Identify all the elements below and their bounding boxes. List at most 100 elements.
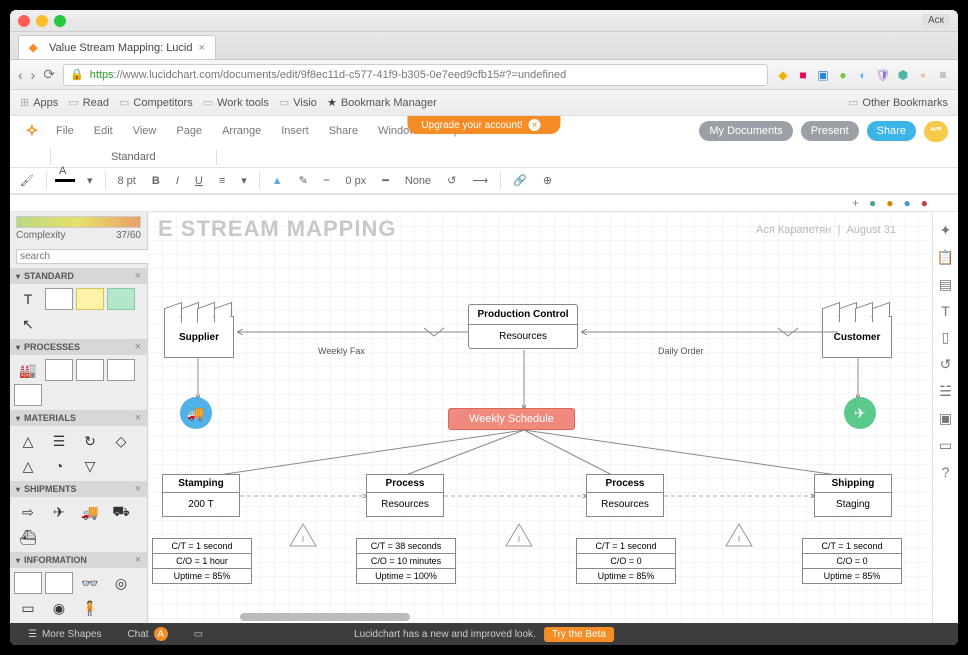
- more-shapes-button[interactable]: ☰ More Shapes: [20, 629, 109, 640]
- fill-color-icon[interactable]: ▲: [268, 175, 287, 187]
- plane-icon[interactable]: ✈: [844, 397, 876, 429]
- info-shape-icon[interactable]: ◎: [107, 572, 135, 594]
- text-tool-icon[interactable]: T: [941, 303, 950, 319]
- close-tab-icon[interactable]: ×: [199, 42, 205, 54]
- info-shape-icon[interactable]: 🧍: [76, 597, 104, 619]
- mat-shape-icon[interactable]: △: [14, 430, 42, 452]
- stamping-process[interactable]: Stamping 200 T: [162, 474, 240, 517]
- inventory-triangle-icon[interactable]: I: [724, 522, 754, 548]
- font-color-icon[interactable]: [55, 179, 75, 182]
- my-documents-button[interactable]: My Documents: [699, 121, 792, 141]
- extension-icon[interactable]: 🛡: [876, 68, 890, 82]
- supplier-node[interactable]: Supplier: [164, 302, 234, 358]
- bold-icon[interactable]: B: [148, 175, 164, 187]
- category-materials[interactable]: ▾MATERIALS×: [10, 410, 147, 426]
- process2-data[interactable]: C/T = 1 second C/O = 0 Uptime = 85%: [576, 538, 676, 584]
- stamping-data[interactable]: C/T = 1 second C/O = 1 hour Uptime = 85%: [152, 538, 252, 584]
- proc-shape-icon[interactable]: [14, 384, 42, 406]
- comments-button[interactable]: ❝❞: [924, 121, 948, 142]
- maximize-window-icon[interactable]: [54, 15, 66, 27]
- close-banner-icon[interactable]: ×: [529, 119, 541, 131]
- presentation-icon[interactable]: ▭: [939, 437, 952, 454]
- menu-share[interactable]: Share: [321, 121, 366, 141]
- mat-shape-icon[interactable]: ☰: [45, 430, 73, 452]
- upgrade-banner[interactable]: Upgrade your account! ×: [407, 116, 560, 134]
- font-dropdown-icon[interactable]: ▾: [83, 174, 97, 187]
- extension-icon[interactable]: ▫: [916, 68, 930, 82]
- line-width[interactable]: 0 px: [341, 175, 370, 187]
- masterpage-icon[interactable]: ▣: [939, 410, 952, 427]
- menu-insert[interactable]: Insert: [273, 121, 317, 141]
- mat-shape-icon[interactable]: ↻: [76, 430, 104, 452]
- bookmark-item[interactable]: ★Bookmark Manager: [327, 96, 437, 109]
- arrow-start[interactable]: None: [401, 175, 435, 187]
- category-standard[interactable]: ▾STANDARD×: [10, 268, 147, 284]
- proc-shape-icon[interactable]: [45, 359, 73, 381]
- line-dash-icon[interactable]: ━: [378, 174, 393, 187]
- mat-shape-icon[interactable]: ◇: [107, 430, 135, 452]
- sparkle-icon[interactable]: ✦: [940, 222, 952, 239]
- share-button[interactable]: Share: [867, 121, 916, 141]
- address-input[interactable]: 🔒 https://www.lucidchart.com/documents/e…: [63, 64, 768, 86]
- proc-shape-icon[interactable]: [107, 359, 135, 381]
- minimize-chat-icon[interactable]: ▭: [186, 629, 211, 640]
- add-icon[interactable]: ⊕: [539, 174, 556, 187]
- calendar-icon[interactable]: ▤: [939, 276, 952, 293]
- paste-format-icon[interactable]: 🖌: [16, 174, 38, 187]
- process-1[interactable]: Process Resources: [366, 474, 444, 517]
- category-shipments[interactable]: ▾SHIPMENTS×: [10, 481, 147, 497]
- menu-page[interactable]: Page: [168, 121, 210, 141]
- extension-icon[interactable]: ▣: [816, 68, 830, 82]
- shipping-data[interactable]: C/T = 1 second C/O = 0 Uptime = 85%: [802, 538, 902, 584]
- help-icon[interactable]: ?: [942, 464, 950, 480]
- back-icon[interactable]: ‹: [18, 67, 23, 83]
- category-processes[interactable]: ▾PROCESSES×: [10, 339, 147, 355]
- mat-shape-icon[interactable]: ◔: [45, 455, 73, 477]
- info-shape-icon[interactable]: [14, 572, 42, 594]
- extension-icon[interactable]: ◆: [776, 68, 790, 82]
- ship-shape-icon[interactable]: ✈: [45, 501, 73, 523]
- info-shape-icon[interactable]: 👓: [76, 572, 104, 594]
- text-shape-icon[interactable]: T: [14, 288, 42, 310]
- other-bookmarks[interactable]: ▭Other Bookmarks: [848, 96, 948, 109]
- panel-dot-icon[interactable]: ●: [869, 196, 876, 210]
- shipping-process[interactable]: Shipping Staging: [814, 474, 892, 517]
- shape-search-input[interactable]: [16, 249, 156, 264]
- info-shape-icon[interactable]: [45, 572, 73, 594]
- chat-button[interactable]: Chat А: [119, 627, 175, 641]
- mat-shape-icon[interactable]: △: [14, 455, 42, 477]
- info-shape-icon[interactable]: ◉: [45, 597, 73, 619]
- production-control-node[interactable]: Production Control Resources: [468, 304, 578, 349]
- inventory-triangle-icon[interactable]: I: [504, 522, 534, 548]
- process-2[interactable]: Process Resources: [586, 474, 664, 517]
- extension-icon[interactable]: ■: [796, 68, 810, 82]
- ship-shape-icon[interactable]: ⇨: [14, 501, 42, 523]
- process1-data[interactable]: C/T = 38 seconds C/O = 10 minutes Uptime…: [356, 538, 456, 584]
- category-information[interactable]: ▾INFORMATION×: [10, 552, 147, 568]
- horizontal-scrollbar[interactable]: [240, 613, 410, 621]
- history-icon[interactable]: ↺: [940, 356, 952, 373]
- close-window-icon[interactable]: [18, 15, 30, 27]
- block-shape-icon[interactable]: [107, 288, 135, 310]
- arrow-end-icon[interactable]: ⟶: [468, 174, 492, 187]
- apps-shortcut[interactable]: ⊞Apps: [20, 96, 58, 109]
- bookmark-folder[interactable]: ▭Work tools: [203, 96, 269, 109]
- forward-icon[interactable]: ›: [31, 67, 36, 83]
- info-shape-icon[interactable]: ▭: [14, 597, 42, 619]
- menu-file[interactable]: File: [48, 121, 82, 141]
- reload-icon[interactable]: ⟳: [43, 66, 55, 83]
- clipboard-icon[interactable]: 📋: [937, 249, 954, 266]
- layers-icon[interactable]: ☱: [939, 383, 952, 400]
- add-panel-icon[interactable]: +: [852, 196, 859, 210]
- menu-icon[interactable]: ≡: [936, 68, 950, 82]
- truck-icon[interactable]: 🚚: [180, 397, 212, 429]
- page-icon[interactable]: ▯: [942, 329, 950, 346]
- menu-edit[interactable]: Edit: [86, 121, 121, 141]
- line-color-icon[interactable]: ✎: [295, 174, 312, 187]
- browser-tab[interactable]: ◆ Value Stream Mapping: Lucid ×: [18, 35, 216, 59]
- pointer-shape-icon[interactable]: ↖: [14, 313, 42, 335]
- panel-dot-icon[interactable]: ●: [886, 196, 893, 210]
- italic-icon[interactable]: I: [172, 175, 183, 187]
- rect-shape-icon[interactable]: [45, 288, 73, 310]
- inventory-triangle-icon[interactable]: I: [288, 522, 318, 548]
